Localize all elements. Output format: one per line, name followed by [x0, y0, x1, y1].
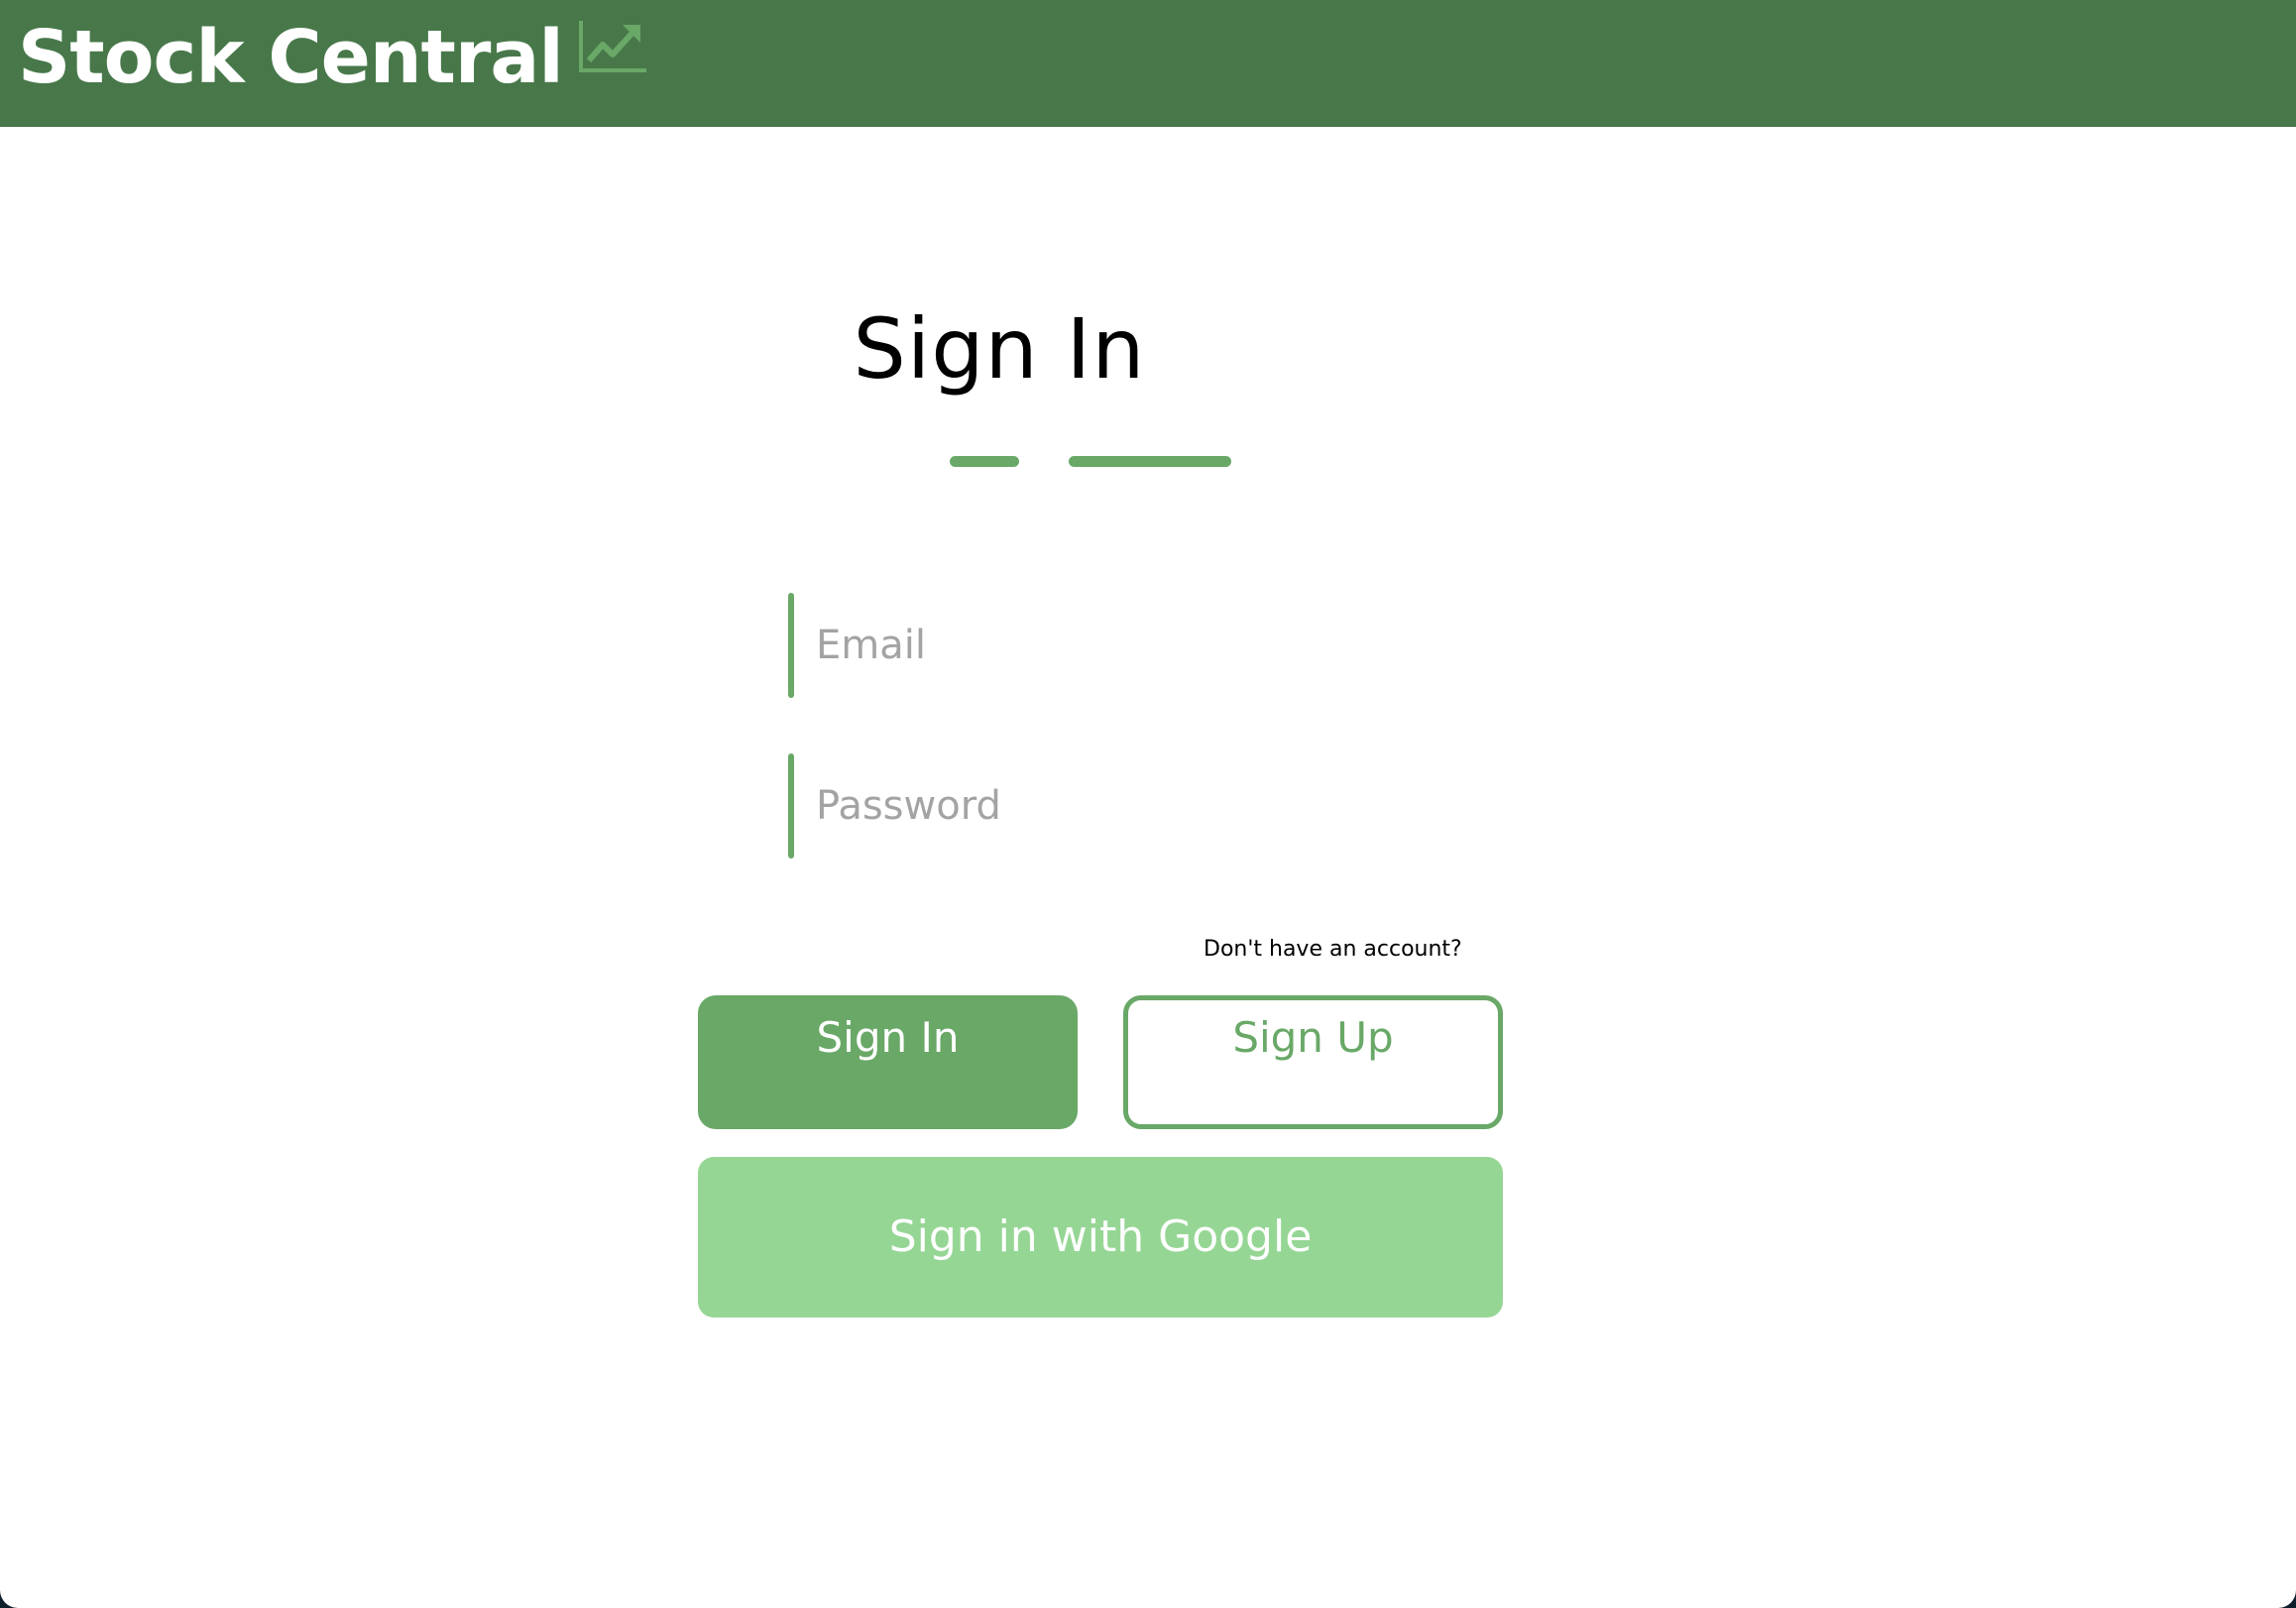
- title-underline-short: [950, 456, 1019, 467]
- signup-prompt-text: Don't have an account?: [1204, 937, 1462, 962]
- title-underline-long: [1069, 456, 1231, 467]
- password-field-accent-bar: [788, 753, 794, 859]
- email-field-accent-bar: [788, 593, 794, 698]
- password-field[interactable]: [814, 765, 1512, 847]
- email-field-wrapper: [788, 593, 1542, 698]
- top-header: Stock Central: [0, 0, 2296, 127]
- google-sign-in-button[interactable]: Sign in with Google: [698, 1157, 1503, 1318]
- sign-in-button[interactable]: Sign In: [698, 995, 1078, 1129]
- brand[interactable]: Stock Central: [18, 8, 648, 107]
- brand-title: Stock Central: [18, 15, 564, 100]
- page-title: Sign In: [853, 300, 1146, 398]
- password-field-wrapper: [788, 753, 1542, 859]
- trending-up-chart-icon: [578, 21, 646, 72]
- email-field[interactable]: [814, 605, 1512, 686]
- sign-up-button[interactable]: Sign Up: [1123, 995, 1503, 1129]
- page: Stock Central Sign In Don't have an acco…: [0, 0, 2296, 1608]
